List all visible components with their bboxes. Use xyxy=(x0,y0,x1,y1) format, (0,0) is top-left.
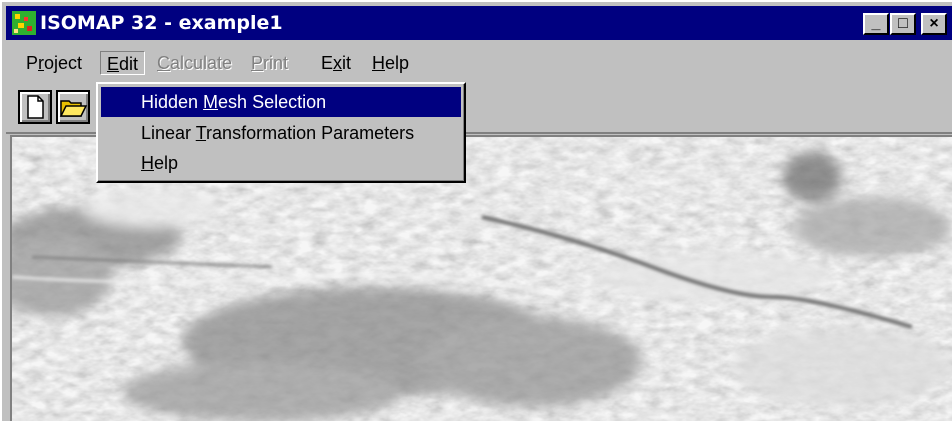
app-window: ISOMAP 32 - example1 _ □ × Project Edit … xyxy=(0,0,952,421)
open-button[interactable] xyxy=(56,90,90,124)
menu-project[interactable]: Project xyxy=(26,51,82,75)
app-icon[interactable] xyxy=(12,11,36,35)
menu-item-help[interactable]: Help xyxy=(101,148,461,178)
close-button[interactable]: × xyxy=(921,13,947,35)
menu-bar: Project Edit Calculate Print Exit Help xyxy=(6,47,952,77)
minimize-icon: _ xyxy=(871,15,881,32)
close-icon: × xyxy=(929,15,939,32)
window-title: ISOMAP 32 - example1 xyxy=(40,12,283,34)
title-bar[interactable]: ISOMAP 32 - example1 _ □ × xyxy=(6,6,952,40)
menu-item-hidden-mesh-selection[interactable]: Hidden Mesh Selection xyxy=(101,87,461,117)
menu-edit[interactable]: Edit xyxy=(100,51,146,75)
menu-item-linear-transformation-parameters[interactable]: Linear Transformation Parameters xyxy=(101,118,461,148)
menu-help[interactable]: Help xyxy=(372,51,409,75)
minimize-button[interactable]: _ xyxy=(863,13,889,35)
edit-menu-dropdown: Hidden Mesh Selection Linear Transformat… xyxy=(96,82,466,183)
open-folder-icon xyxy=(59,100,88,117)
maximize-icon: □ xyxy=(898,15,908,32)
menu-exit[interactable]: Exit xyxy=(321,51,351,75)
menu-calculate[interactable]: Calculate xyxy=(157,51,232,75)
new-button[interactable] xyxy=(18,90,52,124)
menu-print[interactable]: Print xyxy=(251,51,288,75)
new-document-icon xyxy=(27,95,44,119)
maximize-button[interactable]: □ xyxy=(890,13,916,35)
